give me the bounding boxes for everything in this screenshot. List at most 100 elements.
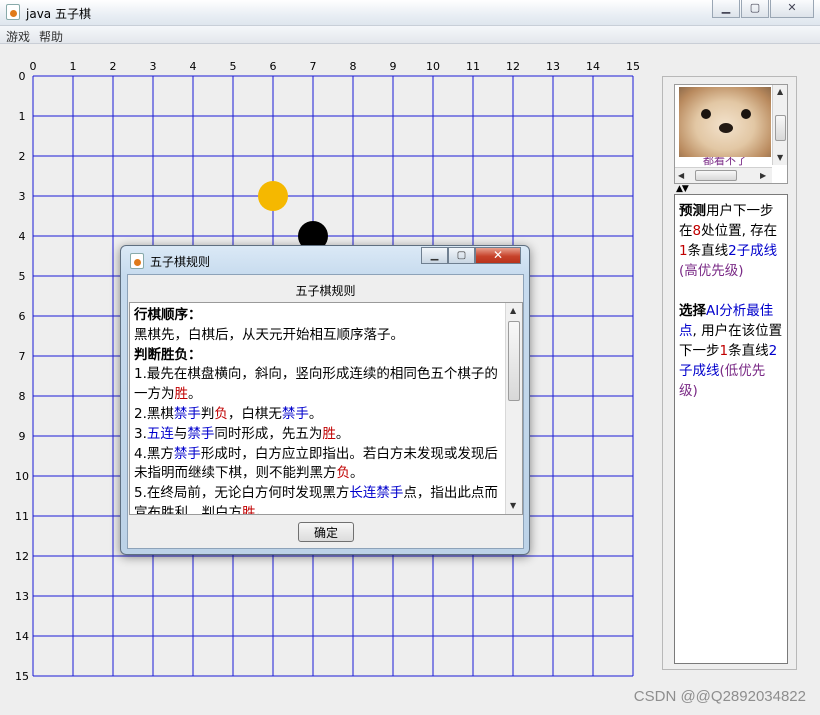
minimize-button[interactable]: ▁ [712,0,740,18]
row-label: 11 [15,510,29,523]
rule-line: 3.五连与禁手同时形成，先五为胜。 [134,425,504,445]
dog-eye-left [701,109,711,119]
hint-prediction-text: 预测用户下一步在8处位置, 存在1条直线2子成线(高优先级) [679,201,783,281]
text-run: 。 [350,465,364,482]
text-run: 预测 [679,203,706,219]
split-pane-arrows-icon[interactable]: ▲▼ [676,184,689,194]
text-run: 长连禁手 [349,485,404,502]
text-run: 5.在终局前，无论白方何时发现黑方 [134,485,350,502]
text-run: 与 [173,425,188,442]
avatar-horizontal-scrollbar[interactable]: ◀ ▶ [675,167,772,183]
column-label: 2 [110,60,117,73]
menu-game[interactable]: 游戏 [6,28,30,45]
rule-line: 1.最先在棋盘横向，斜向，竖向形成连续的相同色五个棋子的一方为胜。 [134,365,504,405]
text-run: 2.黑棋 [134,405,174,422]
scroll-left-arrow-icon[interactable]: ◀ [678,171,684,180]
text-run: 选择 [679,303,706,319]
dog-eye-right [741,109,751,119]
hint-choice-text: 选择AI分析最佳点, 用户在该位置下一步1条直线2子成线(低优先级) [679,301,783,401]
rules-vertical-scrollbar[interactable]: ▲ ▼ [505,303,522,514]
dialog-content: 五子棋规则 行棋顺序： 黑棋先，白棋后，从天元开始相互顺序落子。 判断胜负： 1.最先… [127,274,524,549]
maximize-button[interactable]: ▢ [741,0,769,18]
rules-text-area[interactable]: 行棋顺序： 黑棋先，白棋后，从天元开始相互顺序落子。 判断胜负： 1.最先在棋盘横向，… [129,302,523,515]
column-label: 13 [546,60,560,73]
text-run: 2子成线 [728,243,778,259]
column-label: 15 [626,60,640,73]
text-run: 负 [214,405,228,422]
text-run: 禁手 [187,425,215,442]
text-run: 。 [335,425,350,442]
text-run: ，白棋无 [227,405,282,422]
close-button[interactable]: ✕ [770,0,814,18]
scroll-up-arrow-icon[interactable]: ▲ [777,87,783,96]
csdn-watermark: CSDN @@Q2892034822 [633,688,806,705]
row-label: 10 [15,470,29,483]
ok-button[interactable]: 确定 [298,522,354,542]
column-label: 0 [30,60,37,73]
column-label: 5 [230,60,237,73]
rules-text: 行棋顺序： 黑棋先，白棋后，从天元开始相互顺序落子。 判断胜负： 1.最先在棋盘横向，… [134,306,504,514]
text-run: 五连 [146,425,174,442]
text-run: 判断胜负： [134,346,202,363]
row-label: 7 [19,350,26,363]
menu-help[interactable]: 帮助 [39,28,63,45]
column-label: 3 [150,60,157,73]
dialog-title: 五子棋规则 [150,255,211,269]
rule-line: 5.在终局前，无论白方何时发现黑方长连禁手点，指出此点而宣布胜利，判白方胜。 [134,484,504,514]
scroll-up-arrow-icon[interactable]: ▲ [510,306,516,315]
dialog-minimize-button[interactable]: ▁ [421,247,448,264]
avatar-caption: 都看不了 [703,157,747,167]
column-label: 12 [506,60,520,73]
column-label: 14 [586,60,600,73]
text-run: 1 [679,243,688,259]
avatar-vertical-scrollbar[interactable]: ▲ ▼ [772,85,787,165]
text-run: 黑棋先，白棋后，从天元开始相互顺序落子。 [134,326,404,343]
column-label: 6 [270,60,277,73]
column-label: 4 [190,60,197,73]
scroll-thumb[interactable] [775,115,786,141]
text-run: 禁手 [173,445,201,462]
scroll-right-arrow-icon[interactable]: ▶ [760,171,766,180]
text-run: 禁手 [173,405,201,422]
text-run: 3. [134,425,147,442]
column-label: 7 [310,60,317,73]
text-run: 胜 [174,386,189,403]
java-app-icon [6,4,20,20]
dialog-close-button[interactable]: ✕ [475,247,521,264]
text-run: 4.黑方 [134,445,174,462]
dog-nose [719,123,733,133]
row-label: 1 [19,110,26,123]
text-run: 1 [719,343,729,359]
text-run: 胜 [322,425,336,442]
rules-heading: 五子棋规则 [295,284,356,298]
text-run: 处位置, 存在 [701,223,778,239]
rule-line: 行棋顺序： [134,306,504,326]
rule-line: 2.黑棋禁手判负，白棋无禁手。 [134,405,504,425]
column-label: 10 [426,60,440,73]
window-title: java 五子棋 [26,7,91,21]
column-label: 8 [350,60,357,73]
row-label: 15 [15,670,29,683]
scroll-thumb[interactable] [508,321,520,401]
text-run: 。 [308,405,323,422]
column-label: 1 [70,60,77,73]
scroll-down-arrow-icon[interactable]: ▼ [777,153,783,162]
rule-line: 4.黑方禁手形成时，白方应立即指出。若白方未发现或发现后未指明而继续下棋，则不能… [134,445,504,485]
text-run: 条直线 [728,343,769,359]
text-run: 行棋顺序： [134,307,202,323]
window-controls: ▁ ▢ ✕ [711,0,814,18]
row-label: 8 [19,390,26,403]
rule-line: 黑棋先，白棋后，从天元开始相互顺序落子。 [134,326,504,346]
dialog-maximize-button[interactable]: ▢ [448,247,475,264]
avatar-scroll-pane: 都看不了 ▲ ▼ ◀ ▶ [674,84,788,184]
text-run: 禁手 [281,405,309,422]
column-label: 9 [390,60,397,73]
text-run: 8 [692,223,702,239]
row-label: 12 [15,550,29,563]
text-run: 同时形成，先五为 [214,425,323,442]
scroll-down-arrow-icon[interactable]: ▼ [510,501,516,510]
column-label: 11 [466,60,480,73]
menu-bar: 游戏 帮助 [0,26,820,44]
row-label: 5 [19,270,26,283]
scroll-thumb[interactable] [695,170,737,181]
